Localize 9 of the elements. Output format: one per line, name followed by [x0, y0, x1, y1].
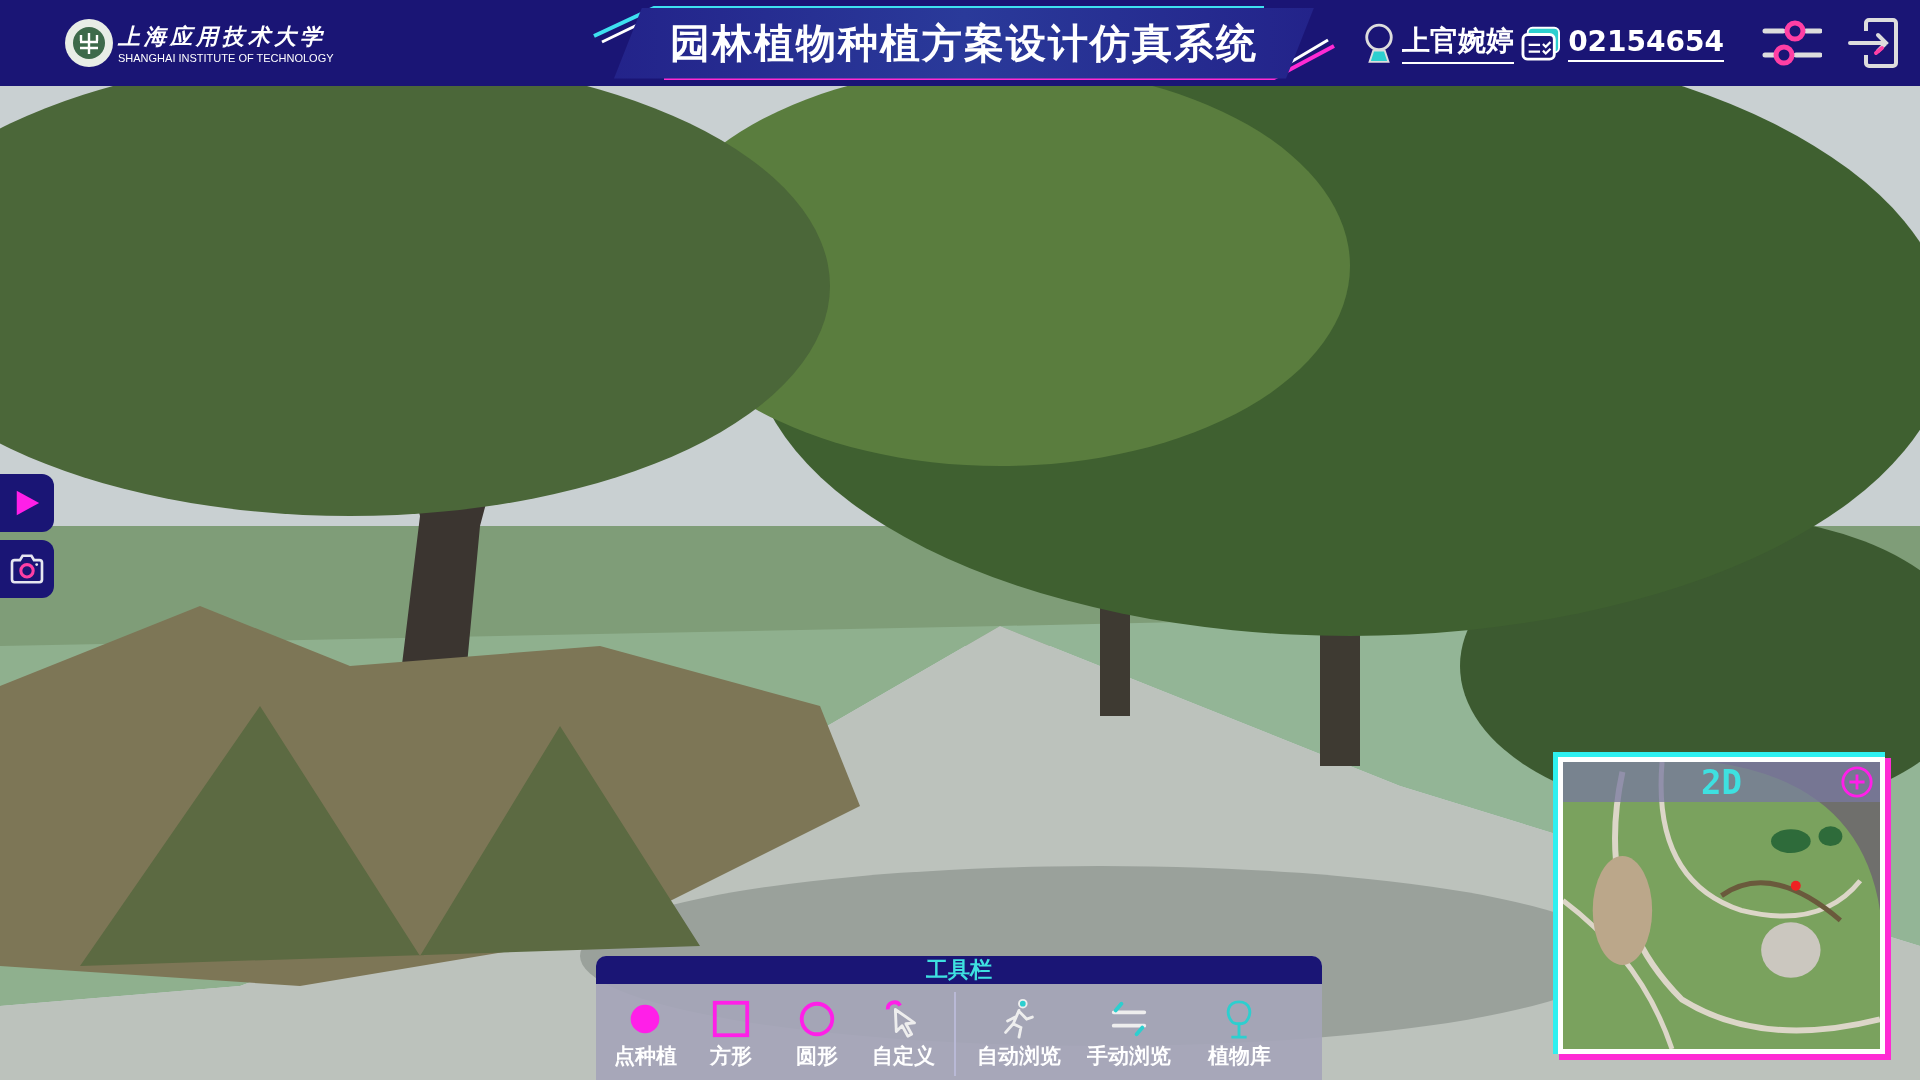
- university-name-english: SHANGHAI INSTITUTE OF TECHNOLOGY: [118, 52, 334, 64]
- logout-icon[interactable]: [1848, 17, 1900, 69]
- settings-icon[interactable]: [1762, 18, 1822, 68]
- system-title: 园林植物种植方案设计仿真系统: [614, 7, 1314, 79]
- id-card-icon: [1520, 24, 1563, 62]
- user-id: 02154654: [1568, 24, 1724, 62]
- university-name: 上海应用技术大学: [118, 22, 327, 51]
- emblem-icon: [64, 18, 114, 68]
- user-name: 上官婉婷: [1402, 22, 1515, 64]
